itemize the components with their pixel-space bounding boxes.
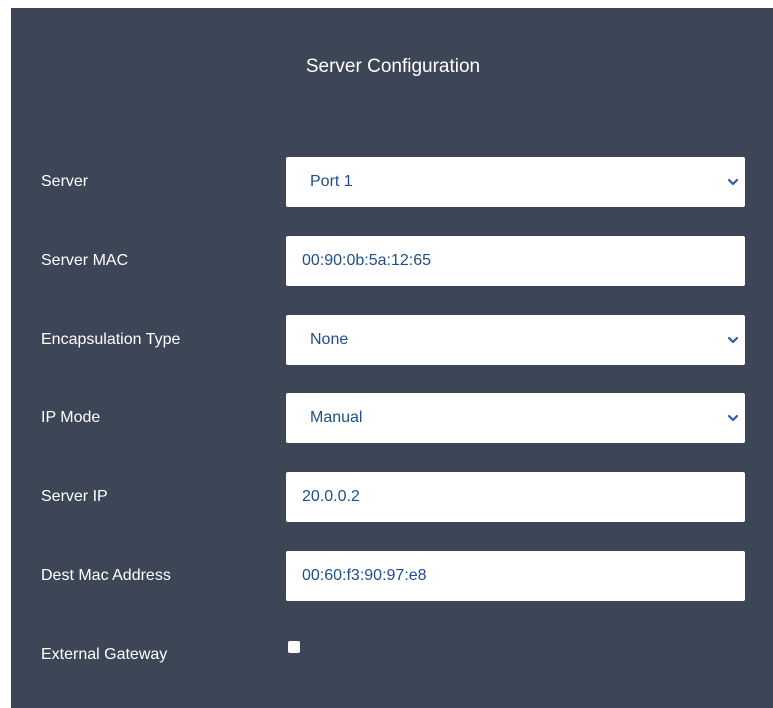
server-label: Server [41,173,89,190]
encapsulation-type-label: Encapsulation Type [41,331,181,348]
ip-mode-select[interactable]: Manual [286,393,745,443]
external-gateway-checkbox[interactable] [288,641,300,653]
server-mac-label: Server MAC [41,252,129,269]
server-mac-row: Server MAC 00:90:0b:5a:12:65 [11,236,773,286]
server-row: Server Port 1 [11,157,773,207]
panel-title: Server Configuration [305,56,481,77]
dest-mac-input[interactable]: 00:60:f3:90:97:e8 [286,551,745,601]
dest-mac-value: 00:60:f3:90:97:e8 [302,567,427,584]
server-ip-label: Server IP [41,488,108,505]
server-configuration-panel: Server Configuration Server Port 1 Serve… [11,8,773,708]
chevron-down-icon [727,178,739,186]
dest-mac-label: Dest Mac Address [41,567,171,584]
external-gateway-row: External Gateway [11,630,773,680]
ip-mode-label: IP Mode [41,409,101,426]
chevron-down-icon [727,336,739,344]
ip-mode-value: Manual [310,409,363,426]
encapsulation-type-select[interactable]: None [286,315,745,365]
encapsulation-type-value: None [310,331,349,348]
server-ip-input[interactable]: 20.0.0.2 [286,472,745,522]
server-mac-value: 00:90:0b:5a:12:65 [302,252,432,269]
chevron-down-icon [727,414,739,422]
server-ip-row: Server IP 20.0.0.2 [11,472,773,522]
dest-mac-row: Dest Mac Address 00:60:f3:90:97:e8 [11,551,773,601]
server-select[interactable]: Port 1 [286,157,745,207]
external-gateway-label: External Gateway [41,646,168,663]
ip-mode-row: IP Mode Manual [11,393,773,443]
server-select-value: Port 1 [310,173,353,190]
encapsulation-type-row: Encapsulation Type None [11,315,773,365]
server-mac-input[interactable]: 00:90:0b:5a:12:65 [286,236,745,286]
server-ip-value: 20.0.0.2 [302,488,360,505]
